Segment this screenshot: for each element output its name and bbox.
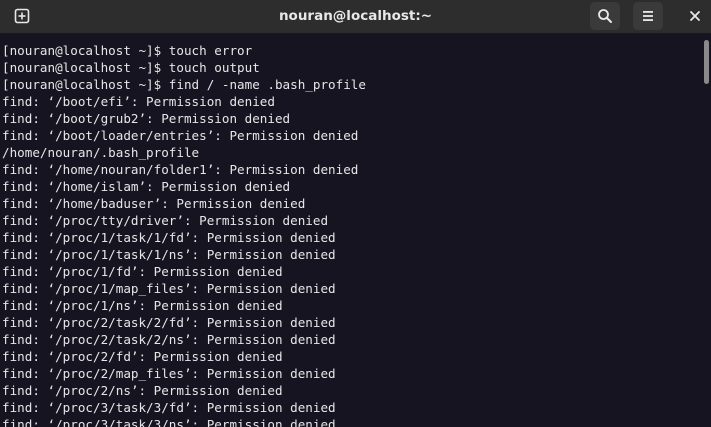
terminal-line: find: ‘/boot/grub2’: Permission denied [2, 111, 291, 126]
titlebar: nouran@localhost:~ [0, 0, 711, 34]
menu-button[interactable] [633, 2, 663, 30]
terminal-scrollbar[interactable] [700, 34, 711, 427]
terminal-line: find: ‘/proc/1/task/1/fd’: Permission de… [2, 230, 336, 245]
terminal-line: find: ‘/proc/3/task/3/ns’: Permission de… [2, 417, 336, 427]
terminal-line: find: ‘/home/baduser’: Permission denied [2, 196, 306, 211]
terminal-line: find: ‘/proc/1/task/1/ns’: Permission de… [2, 247, 336, 262]
terminal-window: nouran@localhost:~ [nouran@localhost ~]$… [0, 0, 711, 427]
terminal-line: [nouran@localhost ~]$ find / -name .bash… [2, 77, 366, 92]
new-tab-button[interactable] [7, 2, 37, 30]
terminal-line: find: ‘/proc/2/ns’: Permission denied [2, 383, 283, 398]
terminal-line: find: ‘/proc/1/ns’: Permission denied [2, 298, 283, 313]
terminal-line: find: ‘/proc/tty/driver’: Permission den… [2, 213, 329, 228]
new-tab-icon [14, 8, 30, 24]
terminal-line: find: ‘/home/islam’: Permission denied [2, 179, 291, 194]
terminal-line: find: ‘/home/nouran/folder1’: Permission… [2, 162, 359, 177]
terminal-output[interactable]: [nouran@localhost ~]$ touch error [noura… [0, 34, 700, 427]
terminal-line: [nouran@localhost ~]$ touch output [2, 60, 260, 75]
terminal-line: find: ‘/proc/2/map_files’: Permission de… [2, 366, 336, 381]
close-icon [690, 11, 700, 21]
terminal-line: find: ‘/proc/1/fd’: Permission denied [2, 264, 283, 279]
close-button[interactable] [680, 2, 710, 30]
scrollbar-thumb[interactable] [704, 40, 709, 84]
terminal-line: find: ‘/proc/2/fd’: Permission denied [2, 349, 283, 364]
terminal-line: find: ‘/proc/2/task/2/fd’: Permission de… [2, 315, 336, 330]
search-button[interactable] [590, 2, 620, 30]
terminal-line: find: ‘/boot/efi’: Permission denied [2, 94, 275, 109]
terminal-line: find: ‘/proc/2/task/2/ns’: Permission de… [2, 332, 336, 347]
terminal-line: find: ‘/proc/3/task/3/fd’: Permission de… [2, 400, 336, 415]
search-icon [598, 9, 612, 23]
hamburger-menu-icon [643, 11, 653, 21]
terminal-line: find: ‘/boot/loader/entries’: Permission… [2, 128, 359, 143]
terminal-line: find: ‘/proc/1/map_files’: Permission de… [2, 281, 336, 296]
terminal-line: [nouran@localhost ~]$ touch error [2, 43, 253, 58]
terminal-line: /home/nouran/.bash_profile [2, 145, 200, 160]
